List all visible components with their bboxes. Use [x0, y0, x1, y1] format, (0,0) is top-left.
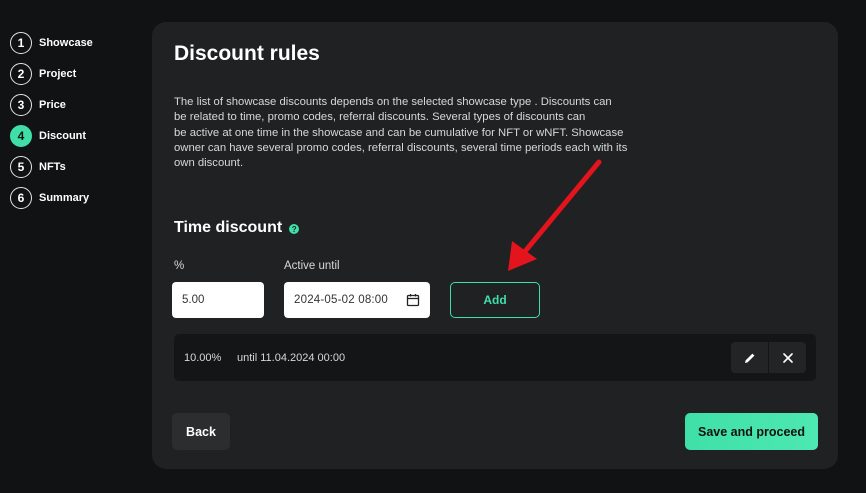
page-title: Discount rules — [174, 42, 320, 65]
time-discount-heading: Time discount — [174, 219, 283, 236]
step-number: 6 — [10, 186, 32, 209]
edit-button[interactable] — [731, 342, 768, 373]
active-until-input[interactable]: 2024-05-02 08:00 — [284, 282, 430, 318]
step-nav: 1 Showcase 2 Project 3 Price 4 Discount … — [10, 27, 93, 213]
description-line: be active at one time in the showcase an… — [174, 126, 624, 139]
close-icon — [782, 352, 793, 363]
time-discount-title: Time discount ? — [174, 219, 300, 237]
delete-button[interactable] — [769, 342, 806, 373]
percent-label: % — [174, 260, 185, 272]
discount-row: 10.00% until 11.04.2024 00:00 — [174, 334, 816, 381]
step-number: 5 — [10, 155, 32, 178]
description-line: own discount. — [174, 157, 244, 170]
add-button[interactable]: Add — [450, 282, 540, 318]
step-nfts[interactable]: 5 NFTs — [10, 151, 93, 182]
step-number: 3 — [10, 93, 32, 116]
step-number: 1 — [10, 31, 32, 54]
discount-rules-card: Discount rules The list of showcase disc… — [152, 22, 838, 469]
active-until-value: 2024-05-02 08:00 — [294, 294, 388, 306]
step-label: NFTs — [39, 160, 66, 173]
step-label: Summary — [39, 191, 90, 204]
step-project[interactable]: 2 Project — [10, 58, 93, 89]
percent-input[interactable] — [172, 282, 264, 318]
step-discount[interactable]: 4 Discount — [10, 120, 93, 151]
step-label: Project — [39, 67, 77, 80]
step-label: Discount — [39, 129, 87, 142]
active-until-label: Active until — [284, 260, 340, 272]
step-summary[interactable]: 6 Summary — [10, 182, 93, 213]
description-line: be related to time, promo codes, referra… — [174, 111, 586, 124]
back-button[interactable]: Back — [172, 413, 230, 450]
page-description: The list of showcase discounts depends o… — [174, 95, 704, 171]
description-line: The list of showcase discounts depends o… — [174, 96, 612, 108]
step-price[interactable]: 3 Price — [10, 89, 93, 120]
discount-percent: 10.00% — [184, 351, 222, 364]
step-number: 4 — [10, 124, 32, 147]
row-actions — [731, 342, 806, 373]
discount-until: until 11.04.2024 00:00 — [237, 351, 346, 364]
step-number: 2 — [10, 62, 32, 85]
step-showcase[interactable]: 1 Showcase — [10, 27, 93, 58]
help-icon[interactable]: ? — [289, 224, 300, 234]
step-label: Price — [39, 98, 66, 111]
step-label: Showcase — [39, 36, 93, 49]
pencil-icon — [744, 353, 754, 363]
save-and-proceed-button[interactable]: Save and proceed — [685, 413, 818, 450]
calendar-icon[interactable] — [406, 293, 420, 307]
description-line: owner can have several promo codes, refe… — [174, 141, 628, 154]
